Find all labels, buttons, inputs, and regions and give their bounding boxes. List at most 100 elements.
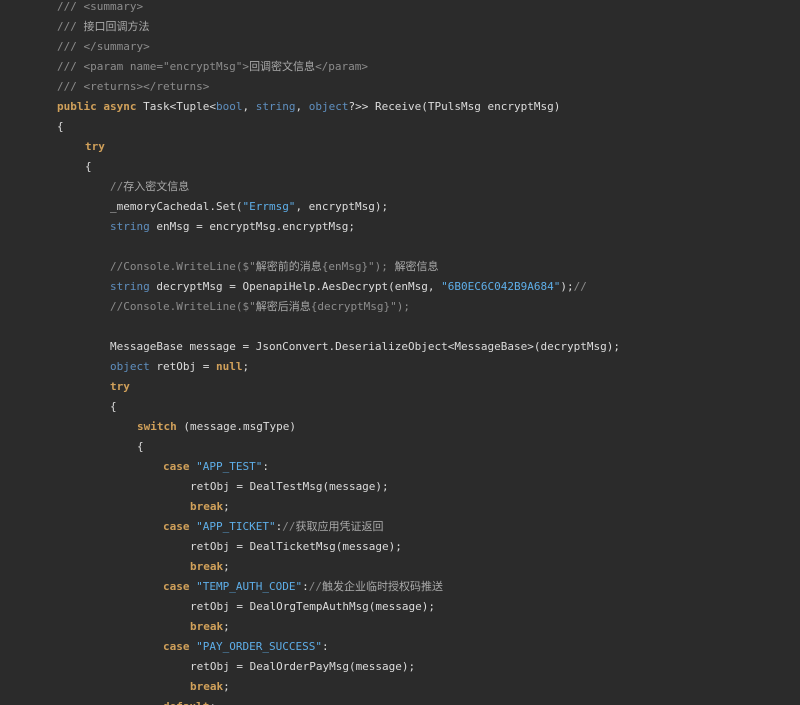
code-token: // (282, 520, 296, 533)
code-token: 解密后消息 (255, 300, 311, 313)
code-token: bool (215, 100, 243, 113)
code-token: ; (242, 360, 250, 373)
code-token: retObj = DealTicketMsg(message); (190, 540, 402, 553)
code-line: retObj = DealOrderPayMsg(message); (190, 657, 415, 677)
code-line: /// </summary> (57, 37, 150, 57)
code-token: break (190, 560, 224, 573)
code-line: { (85, 157, 92, 177)
code-token: /// <summary> (57, 0, 144, 13)
code-editor[interactable]: /// <summary>/// 接口回调方法/// </summary>///… (0, 0, 800, 705)
code-line: string enMsg = encryptMsg.encryptMsg; (110, 217, 355, 237)
code-token: string (255, 100, 296, 113)
code-token: try (85, 140, 105, 153)
code-token: "APP_TICKET" (196, 520, 276, 533)
code-token: 解密前的消息 (255, 260, 322, 273)
code-token: /// <returns></returns> (57, 80, 210, 93)
code-line: //存入密文信息 (110, 177, 189, 197)
code-token: null (215, 360, 243, 373)
code-token: , (295, 100, 309, 113)
code-token: case (163, 580, 197, 593)
code-token: Task<Tuple< (143, 100, 216, 113)
code-line: /// 接口回调方法 (57, 17, 150, 37)
code-token: case (163, 640, 197, 653)
code-token: "Errmsg" (242, 200, 296, 213)
code-token: //Console.WriteLine($" (110, 300, 256, 313)
code-token: try (110, 380, 130, 393)
code-token: </param> (315, 60, 369, 73)
code-token: ); (560, 280, 574, 293)
code-token: /// <param name="encryptMsg"> (57, 60, 250, 73)
code-token: 回调密文信息 (249, 60, 316, 73)
code-token: MessageBase message = JsonConvert.Deseri… (110, 340, 620, 353)
code-token: : (321, 640, 329, 653)
code-token: 获取应用凭证返回 (295, 520, 384, 533)
code-token: "PAY_ORDER_SUCCESS" (196, 640, 322, 653)
code-token: ; (223, 620, 230, 633)
code-token: string (110, 220, 150, 233)
code-token: , (242, 100, 256, 113)
code-line: try (110, 377, 130, 397)
code-token: , encryptMsg); (295, 200, 389, 213)
code-line: _memoryCachedal.Set("Errmsg", encryptMsg… (110, 197, 388, 217)
code-line: default: (163, 697, 216, 705)
code-line: { (110, 397, 117, 417)
code-line: break; (190, 497, 230, 517)
code-token: ?>> Receive(TPulsMsg encryptMsg) (348, 100, 561, 113)
code-token: retObj = (149, 360, 216, 373)
code-token: //Console.WriteLine($" (110, 260, 256, 273)
code-line: case "TEMP_AUTH_CODE"://触发企业临时授权码推送 (163, 577, 443, 597)
code-token: (message.msgType) (176, 420, 296, 433)
code-line: try (85, 137, 105, 157)
code-line: /// <param name="encryptMsg">回调密文信息</par… (57, 57, 368, 77)
code-token: object (308, 100, 349, 113)
code-token: "TEMP_AUTH_CODE" (196, 580, 303, 593)
code-token: string (110, 280, 150, 293)
code-line: /// <summary> (57, 0, 143, 17)
code-token: case (163, 520, 197, 533)
code-token: ; (223, 500, 230, 513)
code-line: break; (190, 617, 230, 637)
code-token: 解密信息 (394, 260, 439, 273)
code-token: {enMsg}"); (321, 260, 395, 273)
code-line: //Console.WriteLine($"解密后消息{decryptMsg}"… (110, 297, 410, 317)
code-token: "6B0EC6C042B9A684" (441, 280, 561, 293)
code-line: retObj = DealTicketMsg(message); (190, 537, 402, 557)
code-token: break (190, 500, 224, 513)
code-token: ; (223, 560, 230, 573)
code-line: string decryptMsg = OpenapiHelp.AesDecry… (110, 277, 587, 297)
code-token: _memoryCachedal.Set( (110, 200, 243, 213)
code-line: //Console.WriteLine($"解密前的消息{enMsg}"); 解… (110, 257, 439, 277)
code-token: { (57, 120, 64, 133)
code-line: object retObj = null; (110, 357, 249, 377)
code-line: public async Task<Tuple<bool, string, ob… (57, 97, 560, 117)
code-line: break; (190, 677, 230, 697)
code-line: switch (message.msgType) (137, 417, 296, 437)
code-token: enMsg = encryptMsg.encryptMsg; (149, 220, 356, 233)
code-token: case (163, 460, 197, 473)
code-token: {decryptMsg}"); (310, 300, 411, 313)
code-token: // (308, 580, 322, 593)
code-token: switch (137, 420, 177, 433)
code-token: : (209, 700, 216, 705)
code-line: MessageBase message = JsonConvert.Deseri… (110, 337, 620, 357)
code-token: { (85, 160, 92, 173)
code-token: /// (57, 20, 84, 33)
code-token: "APP_TEST" (196, 460, 263, 473)
code-line: { (137, 437, 144, 457)
code-line: break; (190, 557, 230, 577)
code-token: // (573, 280, 587, 293)
code-line: /// <returns></returns> (57, 77, 209, 97)
code-token: break (190, 620, 224, 633)
code-token: { (137, 440, 144, 453)
code-line: retObj = DealTestMsg(message); (190, 477, 389, 497)
code-line: case "APP_TICKET"://获取应用凭证返回 (163, 517, 383, 537)
code-token: : (302, 580, 309, 593)
code-token: retObj = DealOrgTempAuthMsg(message); (190, 600, 436, 613)
code-token: public async (57, 100, 144, 113)
code-token: 接口回调方法 (83, 20, 150, 33)
code-token: default (163, 700, 209, 705)
code-line: { (57, 117, 64, 137)
code-token: break (190, 680, 224, 693)
code-token: : (262, 460, 269, 473)
code-token: retObj = DealOrderPayMsg(message); (190, 660, 416, 673)
